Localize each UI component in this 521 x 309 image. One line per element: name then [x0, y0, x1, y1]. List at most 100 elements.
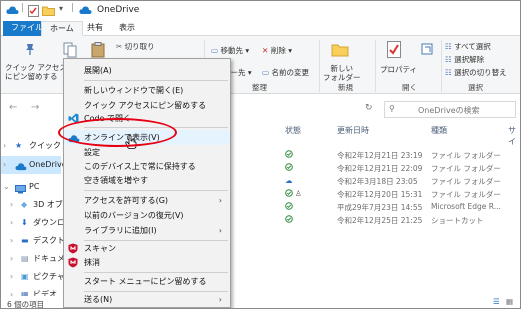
nav-pc-label: PC — [29, 182, 40, 191]
group-new-label: 新規 — [338, 83, 353, 92]
pin-quick-access-button[interactable]: クイック アクセス にピン留めする — [5, 63, 67, 81]
nav-quick-access[interactable]: › ★ クイック — [1, 137, 61, 155]
nav-quick-access-label: クイック — [29, 141, 61, 150]
title-separator-2: | — [71, 3, 75, 13]
give-access-label: アクセスを許可する(G) — [84, 196, 169, 205]
nav-pc[interactable]: ⌄ PC — [1, 178, 61, 196]
properties-button[interactable]: プロパティ — [380, 64, 417, 75]
menu-item-settings[interactable]: 設定 — [64, 145, 230, 160]
rename-label: 名前の変更 — [271, 68, 309, 77]
properties-icon — [387, 41, 401, 60]
new-folder-icon — [331, 42, 349, 59]
mcafee-shield-icon — [68, 243, 79, 254]
properties-quick-icon[interactable] — [28, 5, 39, 19]
menu-separator — [84, 272, 228, 273]
document-icon: ▤ — [21, 254, 29, 263]
table-row[interactable]: ♙ 令和2年12月20日 15:31 ファイル フォルダー — [233, 189, 520, 202]
quick-toolbar-dropdown-icon[interactable]: ▾ — [59, 4, 63, 13]
send-to-label: 送る(N) — [84, 295, 113, 304]
select-none-button[interactable]: ☷ 選択解除 — [445, 54, 484, 65]
nav-3d-objects[interactable]: › ◆ 3D オブ — [1, 196, 63, 214]
table-row[interactable]: 令和2年12月25日 21:25 ショートカット — [233, 215, 520, 228]
pin-icon — [23, 42, 37, 58]
search-placeholder: OneDriveの検索 — [418, 106, 480, 115]
row-modified: 平成29年7月23日 14:55 — [337, 203, 423, 212]
column-header-size[interactable]: サイ — [508, 125, 520, 146]
nav-onedrive-label: OneDrive — [29, 160, 67, 169]
nav-downloads[interactable]: › ⬇ ダウンロ — [1, 214, 65, 232]
column-header-type[interactable]: 種類 — [431, 125, 447, 139]
menu-item-open-new-window[interactable]: 新しいウィンドウで開く(E) — [64, 83, 230, 98]
menu-item-free-up-space[interactable]: 空き領域を増やす — [64, 173, 230, 188]
nav-documents[interactable]: › ▤ ドキュメ — [1, 250, 65, 268]
navigation-pane: › ★ クイック › OneDrive ⌄ PC › ◆ 3D オブ › ⬇ ダ… — [1, 122, 67, 300]
details-view-icon[interactable]: ☰ — [493, 297, 500, 306]
search-icon: ⚲ — [389, 104, 395, 113]
ribbon-tabs: ファイル ホーム 共有 表示 — [1, 21, 520, 36]
context-menu: 展開(A) 新しいウィンドウで開く(E) クイック アクセスにピン留めする Co… — [63, 58, 231, 308]
menu-item-keep-on-device[interactable]: このデバイス上で常に保持する — [64, 159, 230, 174]
tab-share[interactable]: 共有 — [79, 21, 111, 36]
select-all-button[interactable]: ☷ すべて選択 — [445, 41, 491, 52]
rename-button[interactable]: ▭ 名前の変更 — [262, 67, 309, 78]
menu-item-shred[interactable]: 抹消 — [64, 255, 230, 270]
table-row[interactable]: 令和2年12月21日 23:19 ファイル フォルダー — [233, 150, 520, 163]
table-row[interactable]: 平成29年7月23日 14:55 Microsoft Edge R... — [233, 202, 520, 215]
ribbon-separator — [441, 40, 442, 92]
delete-button[interactable]: ✕ 削除 ▾ — [262, 45, 292, 56]
group-organize-label: 整理 — [252, 83, 267, 92]
menu-item-restore-previous[interactable]: 以前のバージョンの復元(V) — [64, 208, 230, 223]
explorer-window: | ▾ | OneDrive ファイル ホーム 共有 表示 クイック アクセス … — [0, 0, 521, 309]
window-title: OneDrive — [97, 5, 140, 15]
select-all-icon: ☷ — [445, 42, 455, 51]
shred-label: 抹消 — [84, 258, 100, 267]
menu-item-expand[interactable]: 展開(A) — [64, 63, 230, 78]
new-folder-quick-icon[interactable] — [42, 5, 55, 18]
move-to-button[interactable]: ▭ 移動先 ▾ — [211, 45, 249, 56]
nav-onedrive[interactable]: › OneDrive — [1, 156, 67, 174]
invert-selection-button[interactable]: ☷ 選択の切り替え — [445, 67, 507, 78]
menu-item-pin-start[interactable]: スタート メニューにピン留めする — [64, 274, 230, 289]
row-modified: 令和2年12月21日 23:19 — [337, 151, 423, 160]
new-folder-button[interactable]: 新しい フォルダー — [323, 64, 361, 82]
menu-item-send-to[interactable]: 送る(N) › — [64, 292, 230, 307]
search-input[interactable]: ⚲ OneDriveの検索 — [384, 101, 516, 118]
cloud-status-icon: ☁ — [285, 176, 293, 185]
select-none-label: 選択解除 — [454, 55, 485, 64]
nav-pictures[interactable]: › ▣ ピクチャ — [1, 268, 65, 286]
column-header-status[interactable]: 状態 — [285, 125, 301, 139]
synced-status-icon — [285, 163, 293, 173]
invert-selection-icon: ☷ — [445, 68, 455, 77]
table-row[interactable]: 令和2年12月21日 22:09 ファイル フォルダー — [233, 163, 520, 176]
back-arrow-icon[interactable]: ← — [9, 102, 17, 113]
download-arrow-icon: ⬇ — [21, 218, 28, 227]
onedrive-cloud-icon — [6, 5, 19, 17]
chevron-right-icon: › — [10, 218, 14, 227]
tab-view[interactable]: 表示 — [111, 21, 143, 36]
synced-status-icon — [285, 150, 293, 160]
table-row[interactable]: ☁ 令和2年3月18日 23:05 ファイル フォルダー — [233, 176, 520, 189]
tiles-view-icon[interactable]: ▦ — [506, 297, 513, 306]
nav-desktop[interactable]: › ▬ デスクト — [1, 232, 65, 250]
menu-separator — [84, 80, 228, 81]
synced-status-icon — [285, 189, 293, 199]
submenu-arrow-icon: › — [218, 226, 222, 235]
item-count: 6 個の項目 — [7, 300, 45, 309]
column-header-modified[interactable]: 更新日時 — [337, 125, 369, 139]
cut-button[interactable]: ✂ 切り取り — [116, 41, 155, 52]
nav-documents-label: ドキュメ — [33, 254, 65, 263]
row-modified: 令和2年12月21日 22:09 — [337, 164, 423, 173]
synced-status-icon — [285, 215, 293, 225]
refresh-icon[interactable]: ↻ — [365, 103, 373, 113]
chevron-right-icon: › — [10, 254, 14, 263]
menu-item-scan[interactable]: スキャン — [64, 241, 230, 256]
tab-home[interactable]: ホーム — [41, 21, 83, 36]
row-type: ファイル フォルダー — [431, 190, 501, 199]
menu-item-give-access[interactable]: アクセスを許可する(G) › — [64, 193, 230, 208]
chevron-right-icon: › — [3, 141, 7, 150]
menu-item-include-library[interactable]: ライブラリに追加(I) › — [64, 223, 230, 238]
forward-arrow-icon[interactable]: → — [31, 102, 39, 113]
desktop-icon: ▬ — [21, 236, 29, 245]
submenu-arrow-icon: › — [218, 295, 222, 304]
star-icon: ★ — [15, 141, 23, 150]
